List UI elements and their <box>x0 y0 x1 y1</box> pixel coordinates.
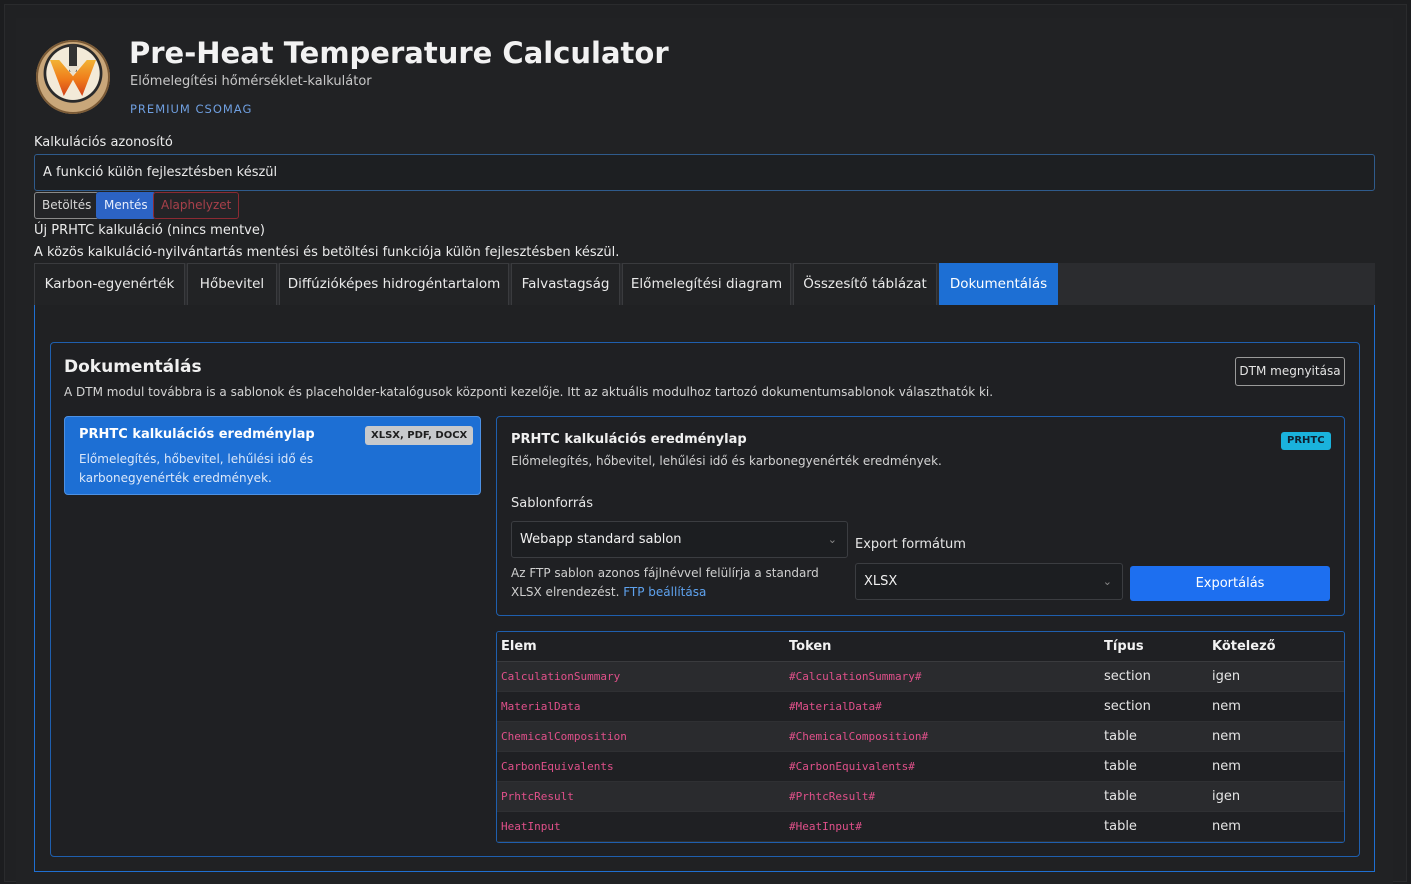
table-row: CalculationSummary #CalculationSummary# … <box>497 661 1344 692</box>
calc-notice: A közös kalkuláció-nyilvántartás mentési… <box>34 245 620 260</box>
tab-documentation[interactable]: Dokumentálás <box>939 263 1058 305</box>
required-cell: igen <box>1208 661 1344 692</box>
format-badge: XLSX, PDF, DOCX <box>365 426 474 445</box>
table-row: PrhtcResult #PrhtcResult# table igen <box>497 781 1344 812</box>
type-cell: section <box>1100 691 1208 722</box>
table-row: HeatInput #HeatInput# table nem <box>497 811 1344 842</box>
element-cell: CarbonEquivalents <box>497 751 785 782</box>
tab-carbon-equivalent[interactable]: Karbon-egyenérték <box>34 263 185 305</box>
tab-preheat-diagram[interactable]: Előmelegítési diagram <box>622 263 791 305</box>
token-cell: #CarbonEquivalents# <box>785 751 1100 782</box>
token-cell: #HeatInput# <box>785 811 1100 842</box>
edition-label: PREMIUM CSOMAG <box>130 102 253 116</box>
element-cell: ChemicalComposition <box>497 721 785 752</box>
template-source-select[interactable]: Webapp standard sablon ⌄ <box>511 521 848 558</box>
calc-id-label: Kalkulációs azonosító <box>34 135 173 150</box>
template-source-label: Sablonforrás <box>511 496 594 511</box>
placeholder-table: Elem Token Típus Kötelező CalculationSum… <box>496 631 1345 843</box>
column-header-token: Token <box>785 632 1100 662</box>
required-cell: nem <box>1208 691 1344 722</box>
app-logo <box>36 40 110 114</box>
tab-heat-input[interactable]: Hőbevitel <box>187 263 277 305</box>
open-dtm-button[interactable]: DTM megnyitása <box>1235 357 1345 386</box>
token-cell: #PrhtcResult# <box>785 781 1100 812</box>
chevron-down-icon: ⌄ <box>1102 575 1112 588</box>
tab-bar: Karbon-egyenérték Hőbevitel Diffúzióképe… <box>34 263 1375 306</box>
element-cell: PrhtcResult <box>497 781 785 812</box>
reset-button[interactable]: Alaphelyzet <box>153 192 240 219</box>
ftp-settings-link[interactable]: FTP beállítása <box>623 585 706 599</box>
token-cell: #ChemicalComposition# <box>785 721 1100 752</box>
module-badge: PRHTC <box>1281 432 1331 450</box>
export-button[interactable]: Exportálás <box>1130 566 1330 601</box>
column-header-required: Kötelező <box>1208 632 1344 662</box>
template-card-description: Előmelegítés, hőbevitel, lehűlési idő és… <box>79 452 314 485</box>
template-source-value: Webapp standard sablon <box>520 532 682 547</box>
element-cell: CalculationSummary <box>497 661 785 692</box>
column-header-element: Elem <box>497 632 785 662</box>
load-button[interactable]: Betöltés <box>34 192 100 219</box>
export-format-value: XLSX <box>864 574 898 589</box>
required-cell: nem <box>1208 751 1344 782</box>
save-button[interactable]: Mentés <box>96 192 156 219</box>
calc-status: Új PRHTC kalkuláció (nincs mentve) <box>34 223 265 238</box>
type-cell: table <box>1100 721 1208 752</box>
type-cell: section <box>1100 661 1208 692</box>
documentation-title: Dokumentálás <box>64 357 202 377</box>
app-title: Pre-Heat Temperature Calculator <box>129 36 669 70</box>
type-cell: table <box>1100 751 1208 782</box>
element-cell: HeatInput <box>497 811 785 842</box>
export-format-select[interactable]: XLSX ⌄ <box>855 563 1123 600</box>
element-cell: MaterialData <box>497 691 785 722</box>
detail-title: PRHTC kalkulációs eredménylap <box>511 432 747 447</box>
tab-summary-table[interactable]: Összesítő táblázat <box>793 263 937 305</box>
tab-wall-thickness[interactable]: Falvastagság <box>511 263 620 305</box>
table-row: MaterialData #MaterialData# section nem <box>497 691 1344 722</box>
required-cell: igen <box>1208 781 1344 812</box>
table-row: ChemicalComposition #ChemicalComposition… <box>497 721 1344 752</box>
table-header-row: Elem Token Típus Kötelező <box>497 632 1344 662</box>
template-source-help: Az FTP sablon azonos fájlnévvel felülírj… <box>511 566 819 599</box>
template-card-title: PRHTC kalkulációs eredménylap <box>79 427 315 442</box>
token-cell: #MaterialData# <box>785 691 1100 722</box>
required-cell: nem <box>1208 721 1344 752</box>
documentation-description: A DTM modul továbbra is a sablonok és pl… <box>64 385 994 399</box>
app-subtitle: Előmelegítési hőmérséklet-kalkulátor <box>130 74 372 89</box>
type-cell: table <box>1100 811 1208 842</box>
column-header-type: Típus <box>1100 632 1208 662</box>
token-cell: #CalculationSummary# <box>785 661 1100 692</box>
export-format-label: Export formátum <box>855 537 966 552</box>
type-cell: table <box>1100 781 1208 812</box>
detail-description: Előmelegítés, hőbevitel, lehűlési idő és… <box>511 454 942 468</box>
chevron-down-icon: ⌄ <box>827 533 837 546</box>
required-cell: nem <box>1208 811 1344 842</box>
calc-id-input[interactable]: A funkció külön fejlesztésben készül <box>34 154 1375 191</box>
tab-diffusible-hydrogen[interactable]: Diffúzióképes hidrogéntartalom <box>279 263 509 305</box>
table-row: CarbonEquivalents #CarbonEquivalents# ta… <box>497 751 1344 782</box>
